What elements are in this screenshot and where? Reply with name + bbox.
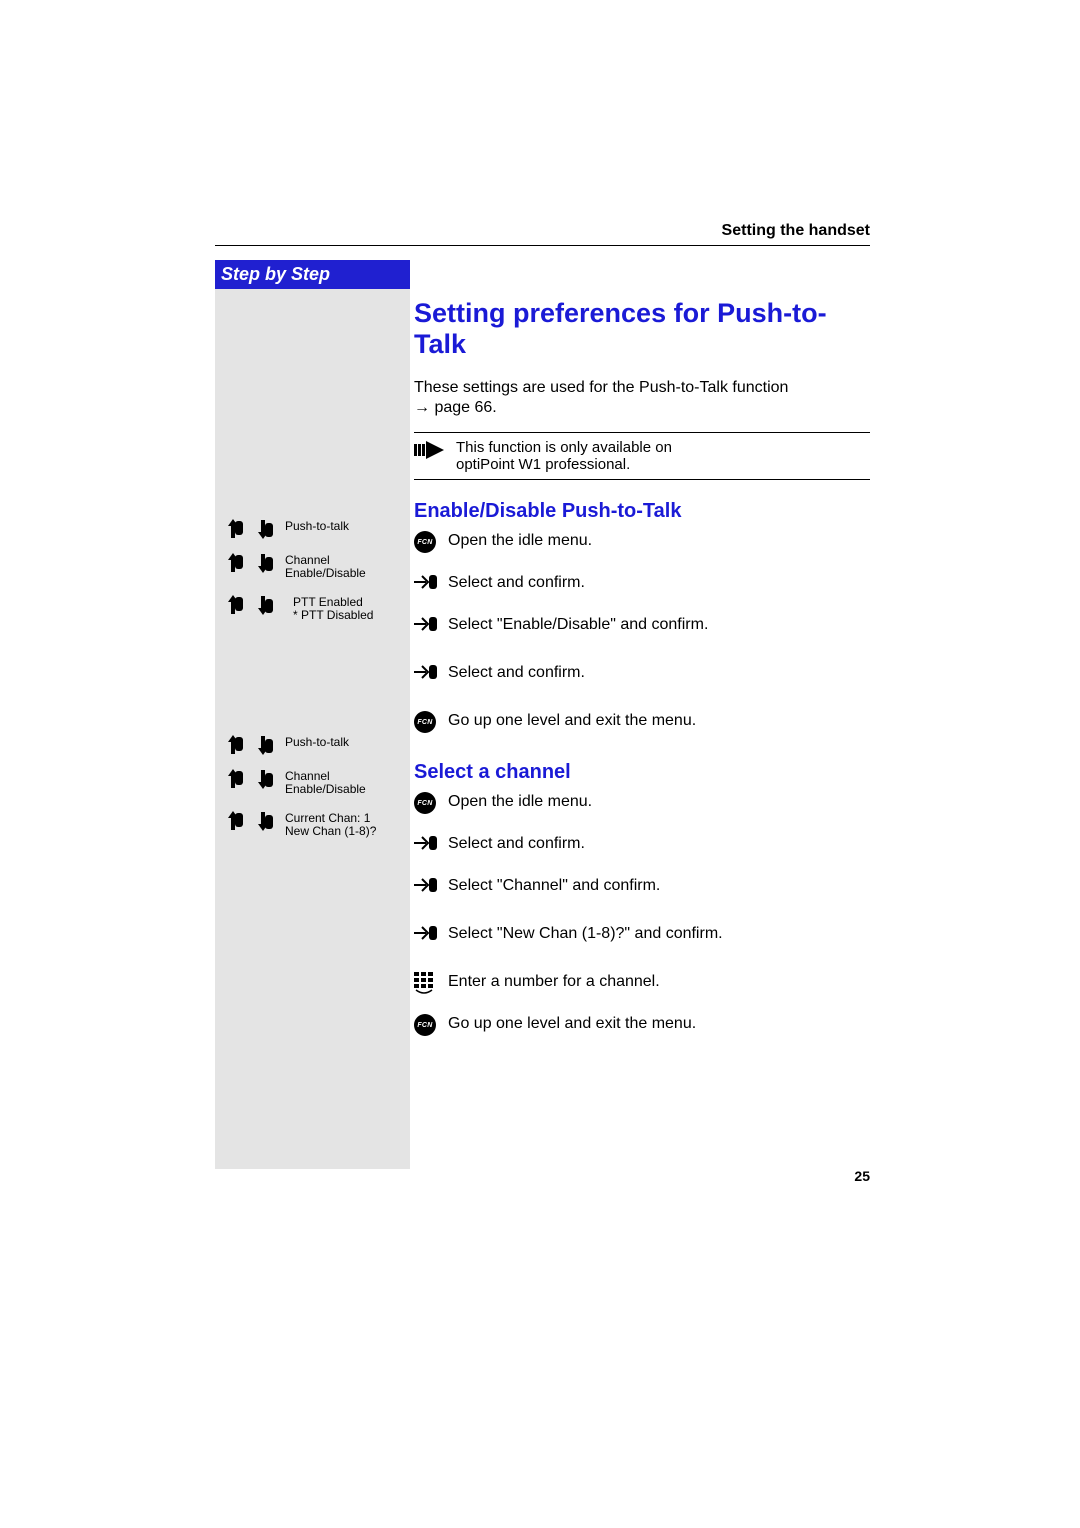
side-label: Current Chan: 1 New Chan (1-8)?: [285, 810, 376, 838]
step-text: Select "New Chan (1-8)?" and confirm.: [448, 924, 723, 944]
step-exit-2: FCN Go up one level and exit the menu.: [414, 1014, 870, 1048]
side-label-line2: New Chan (1-8)?: [285, 825, 376, 838]
side-entry-ptt-state: PTT Enabled * PTT Disabled: [215, 594, 410, 622]
note-arrow-icon: [414, 441, 444, 463]
side-label-line2: Enable/Disable: [285, 567, 366, 580]
nav-arrows-icon: [215, 768, 285, 790]
step-open-idle-2: FCN Open the idle menu.: [414, 792, 870, 826]
side-label: Push-to-talk: [285, 734, 349, 749]
nav-arrows-icon: [215, 594, 285, 616]
header-rule: [215, 245, 870, 246]
select-confirm-icon: [414, 573, 448, 591]
side-label: Channel Enable/Disable: [285, 552, 366, 580]
step-text: Go up one level and exit the menu.: [448, 711, 696, 731]
side-label-line2: * PTT Disabled: [293, 609, 373, 622]
step-text: Select "Channel" and confirm.: [448, 876, 660, 896]
nav-arrows-icon: [215, 552, 285, 574]
sub-heading-enable: Enable/Disable Push-to-Talk: [414, 500, 870, 523]
step-select-ptt-2: Select and confirm.: [414, 834, 870, 868]
side-entry-ptt-2: Push-to-talk: [215, 734, 410, 756]
step-text: Open the idle menu.: [448, 531, 592, 551]
side-label: PTT Enabled * PTT Disabled: [285, 594, 373, 622]
page-number: 25: [854, 1168, 870, 1184]
side-entry-current-chan: Current Chan: 1 New Chan (1-8)?: [215, 810, 410, 838]
step-text: Open the idle menu.: [448, 792, 592, 812]
select-confirm-icon: [414, 876, 448, 894]
nav-arrows-icon: [215, 518, 285, 540]
step-select-enable: Select "Enable/Disable" and confirm.: [414, 615, 870, 655]
step-text: Select and confirm.: [448, 573, 585, 593]
note-box: This function is only available on optiP…: [414, 432, 870, 480]
step-select-state: Select and confirm.: [414, 663, 870, 703]
fcn-icon: FCN: [414, 792, 448, 814]
select-confirm-icon: [414, 663, 448, 681]
nav-arrows-icon: [215, 734, 285, 756]
step-select-channel: Select "Channel" and confirm.: [414, 876, 870, 916]
step-text: Select "Enable/Disable" and confirm.: [448, 615, 708, 635]
fcn-icon: FCN: [414, 1014, 448, 1036]
select-confirm-icon: [414, 834, 448, 852]
step-select-ptt: Select and confirm.: [414, 573, 870, 607]
manual-page: Setting the handset Step by Step: [0, 0, 1080, 1528]
step-open-idle: FCN Open the idle menu.: [414, 531, 870, 565]
side-entry-channel-enable-2: Channel Enable/Disable: [215, 768, 410, 796]
step-text: Select and confirm.: [448, 834, 585, 854]
running-header: Setting the handset: [215, 222, 870, 240]
fcn-icon: FCN: [414, 531, 448, 553]
step-enter-number: Enter a number for a channel.: [414, 972, 870, 1006]
select-confirm-icon: [414, 924, 448, 942]
keypad-icon: [414, 972, 448, 994]
step-text: Select and confirm.: [448, 663, 585, 683]
nav-arrows-icon: [215, 810, 285, 832]
side-entry-channel-enable: Channel Enable/Disable: [215, 552, 410, 580]
note-text: This function is only available on optiP…: [456, 439, 672, 473]
intro-text: These settings are used for the Push-to-…: [414, 378, 870, 418]
main-content: Setting preferences for Push-to-Talk The…: [414, 290, 870, 1056]
sidebar: Push-to-talk Channel Enable/Disable: [215, 289, 410, 1169]
section-title: Setting preferences for Push-to-Talk: [414, 298, 870, 360]
side-entry-ptt: Push-to-talk: [215, 518, 410, 540]
step-text: Go up one level and exit the menu.: [448, 1014, 696, 1034]
step-by-step-heading: Step by Step: [215, 260, 410, 289]
side-label-line2: Enable/Disable: [285, 783, 366, 796]
step-text: Enter a number for a channel.: [448, 972, 660, 992]
side-label: Push-to-talk: [285, 518, 349, 533]
intro-line1: These settings are used for the Push-to-…: [414, 379, 788, 396]
step-exit: FCN Go up one level and exit the menu.: [414, 711, 870, 745]
select-confirm-icon: [414, 615, 448, 633]
note-line2: optiPoint W1 professional.: [456, 456, 672, 473]
fcn-icon: FCN: [414, 711, 448, 733]
sub-heading-channel: Select a channel: [414, 761, 870, 784]
intro-line2: → page 66.: [414, 399, 497, 416]
step-select-new-chan: Select "New Chan (1-8)?" and confirm.: [414, 924, 870, 964]
side-label: Channel Enable/Disable: [285, 768, 366, 796]
note-line1: This function is only available on: [456, 439, 672, 456]
